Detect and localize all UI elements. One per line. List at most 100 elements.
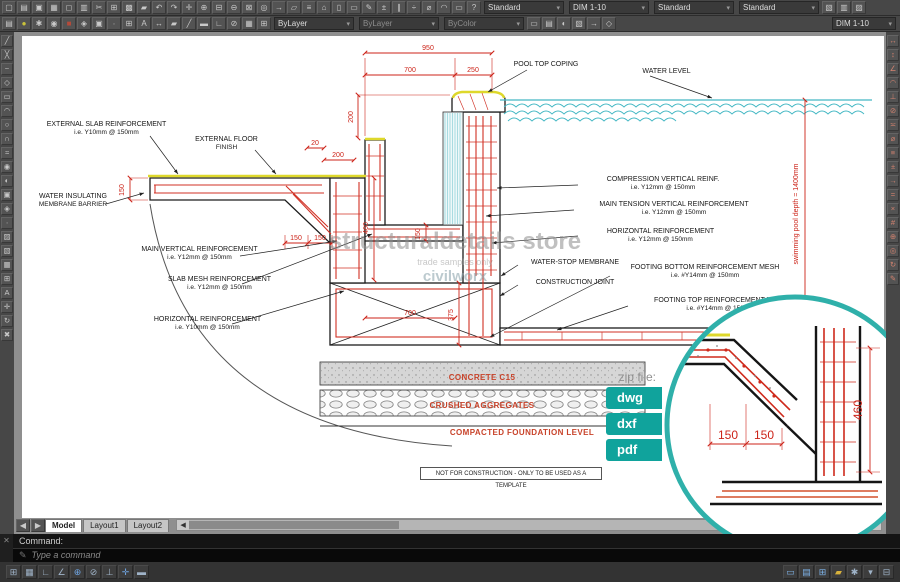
zoom-window-icon[interactable]: ⊟	[212, 1, 226, 14]
plot-style-dropdown[interactable]: ByColor ▾	[444, 17, 524, 30]
drawing-canvas[interactable]: 950 700 250 200 20 200 150 460 150 150 1…	[22, 36, 884, 518]
construction-line-icon[interactable]: ╳	[1, 49, 13, 61]
ellipse-icon[interactable]: ◉	[1, 161, 13, 173]
draw-line-icon[interactable]: ╱	[1, 35, 13, 47]
linetype-icon[interactable]: ╱	[182, 17, 196, 30]
polyline-icon[interactable]: ~	[1, 63, 13, 75]
tab-layout2[interactable]: Layout2	[127, 519, 169, 532]
materials-icon[interactable]: ▧	[572, 17, 586, 30]
hatch-icon[interactable]: ▨	[1, 231, 13, 243]
motion-path-icon[interactable]: →	[587, 17, 601, 30]
command-close-icon[interactable]: ✕	[0, 534, 13, 562]
dim-inspect-icon[interactable]: ◎	[887, 245, 899, 257]
pdf-badge[interactable]: pdf	[606, 439, 662, 461]
publish-icon[interactable]: ▥	[77, 1, 91, 14]
dim-angular-icon[interactable]: ∠	[887, 63, 899, 75]
undo-icon[interactable]: ↶	[152, 1, 166, 14]
layers-dialog-icon[interactable]: ▤	[2, 17, 16, 30]
layer-freeze-icon[interactable]: ✱	[32, 17, 46, 30]
object-snap-icon[interactable]: ⊘	[227, 17, 241, 30]
paste-icon[interactable]: ▩	[122, 1, 136, 14]
lineweight-icon[interactable]: ▬	[197, 17, 211, 30]
area-icon[interactable]: ▱	[287, 1, 301, 14]
command-input[interactable]: ✎ Type a command	[13, 548, 900, 562]
clean-screen-icon[interactable]: ⊟	[879, 565, 894, 579]
move-icon[interactable]: ✛	[1, 301, 13, 313]
scroll-left-icon[interactable]: ◀	[177, 520, 189, 530]
command-window[interactable]: ✕ Command: ✎ Type a command	[0, 534, 900, 562]
osnap-icon[interactable]: ⊕	[70, 565, 85, 579]
layer-states-icon[interactable]: ▥	[837, 1, 851, 14]
dynamic-input-icon[interactable]: ✛	[118, 565, 133, 579]
new-file-icon[interactable]: ▢	[2, 1, 16, 14]
dim-space-icon[interactable]: =	[887, 189, 899, 201]
erase-icon[interactable]: ✖	[1, 329, 13, 341]
gradient-icon[interactable]: ▧	[1, 245, 13, 257]
insert-block-icon[interactable]: ▣	[92, 17, 106, 30]
orbit-icon[interactable]: ◎	[257, 1, 271, 14]
open-file-icon[interactable]: ▤	[17, 1, 31, 14]
zoom-realtime-icon[interactable]: ⊕	[197, 1, 211, 14]
designcenter-icon[interactable]: ⌂	[317, 1, 331, 14]
dim-ordinate-icon[interactable]: ⊥	[887, 91, 899, 103]
ortho-toggle-icon[interactable]: ∟	[212, 17, 226, 30]
snap-mode-icon[interactable]: ⊞	[6, 565, 21, 579]
rotate-icon[interactable]: ↻	[1, 315, 13, 327]
model-space-icon[interactable]: ▭	[783, 565, 798, 579]
distance-icon[interactable]: →	[272, 1, 286, 14]
dim-radius-icon[interactable]: ⊘	[887, 105, 899, 117]
redo-icon[interactable]: ↷	[167, 1, 181, 14]
dim-style-icon[interactable]: ↔	[152, 17, 166, 30]
dim-style-dropdown[interactable]: DIM 1-10 ▾	[569, 1, 649, 14]
cut-icon[interactable]: ✂	[92, 1, 106, 14]
block-insert-icon[interactable]: ▣	[1, 189, 13, 201]
dim-arc-length-icon[interactable]: ◠	[887, 77, 899, 89]
polygon-icon[interactable]: ◇	[1, 77, 13, 89]
dim-quick-icon[interactable]: ≡	[887, 147, 899, 159]
plot-icon[interactable]: ▦	[47, 1, 61, 14]
plot-style-icon[interactable]: ▰	[167, 17, 181, 30]
mtext-icon[interactable]: A	[1, 287, 13, 299]
viewport-toggle-icon[interactable]: ⊞	[815, 565, 830, 579]
linetype-dropdown[interactable]: ByLayer ▾	[359, 17, 439, 30]
lineweight-display-icon[interactable]: ▬	[134, 565, 149, 579]
dxf-badge[interactable]: dxf	[606, 413, 662, 435]
block-make-icon[interactable]: ◈	[1, 203, 13, 215]
arc-icon[interactable]: ◠	[1, 105, 13, 117]
table-draw-icon[interactable]: ⊞	[1, 273, 13, 285]
rectangle-icon[interactable]: ▭	[1, 91, 13, 103]
dim-update-icon[interactable]: ↻	[887, 259, 899, 271]
layout-space-icon[interactable]: ▤	[799, 565, 814, 579]
ducs-icon[interactable]: ⊥	[102, 565, 117, 579]
render-icon[interactable]: ◐	[557, 17, 571, 30]
tab-scroll-left-icon[interactable]: ◀	[16, 519, 30, 532]
quickcalc-icon[interactable]: ±	[377, 1, 391, 14]
layer-color-chip-icon[interactable]: ■	[62, 17, 76, 30]
layer-visibility-icon[interactable]: ●	[17, 17, 31, 30]
make-block-icon[interactable]: ◈	[77, 17, 91, 30]
dim-baseline-icon[interactable]: ±	[887, 161, 899, 173]
pan-icon[interactable]: ✛	[182, 1, 196, 14]
ortho-mode-icon[interactable]: ∟	[38, 565, 53, 579]
point-icon[interactable]: ∙	[1, 217, 13, 229]
grid-display-icon[interactable]: ▦	[22, 565, 37, 579]
dim-diameter-icon[interactable]: ⌀	[887, 133, 899, 145]
polar-tracking-icon[interactable]: ∠	[54, 565, 69, 579]
dim-style-dropdown-right[interactable]: DIM 1-10 ▾	[832, 17, 896, 30]
annotation-visibility-icon[interactable]: ▰	[831, 565, 846, 579]
dim-jogged-icon[interactable]: ≍	[887, 119, 899, 131]
dim-style-manager-icon[interactable]: ✎	[887, 273, 899, 285]
divide-icon[interactable]: ÷	[407, 1, 421, 14]
point-style-icon[interactable]: ∙	[107, 17, 121, 30]
dim-continue-icon[interactable]: →	[887, 175, 899, 187]
sheet-view-icon[interactable]: ▤	[542, 17, 556, 30]
circle-icon[interactable]: ○	[1, 119, 13, 131]
scrollbar-thumb[interactable]	[189, 521, 399, 529]
tab-layout1[interactable]: Layout1	[83, 519, 125, 532]
snap-toggle-icon[interactable]: ⊞	[257, 17, 271, 30]
copy-clip-icon[interactable]: ⊞	[107, 1, 121, 14]
dwg-badge[interactable]: dwg	[606, 387, 662, 409]
properties-toggle-icon[interactable]: ▭	[527, 17, 541, 30]
table-icon[interactable]: ⊞	[122, 17, 136, 30]
zoom-previous-icon[interactable]: ⊖	[227, 1, 241, 14]
